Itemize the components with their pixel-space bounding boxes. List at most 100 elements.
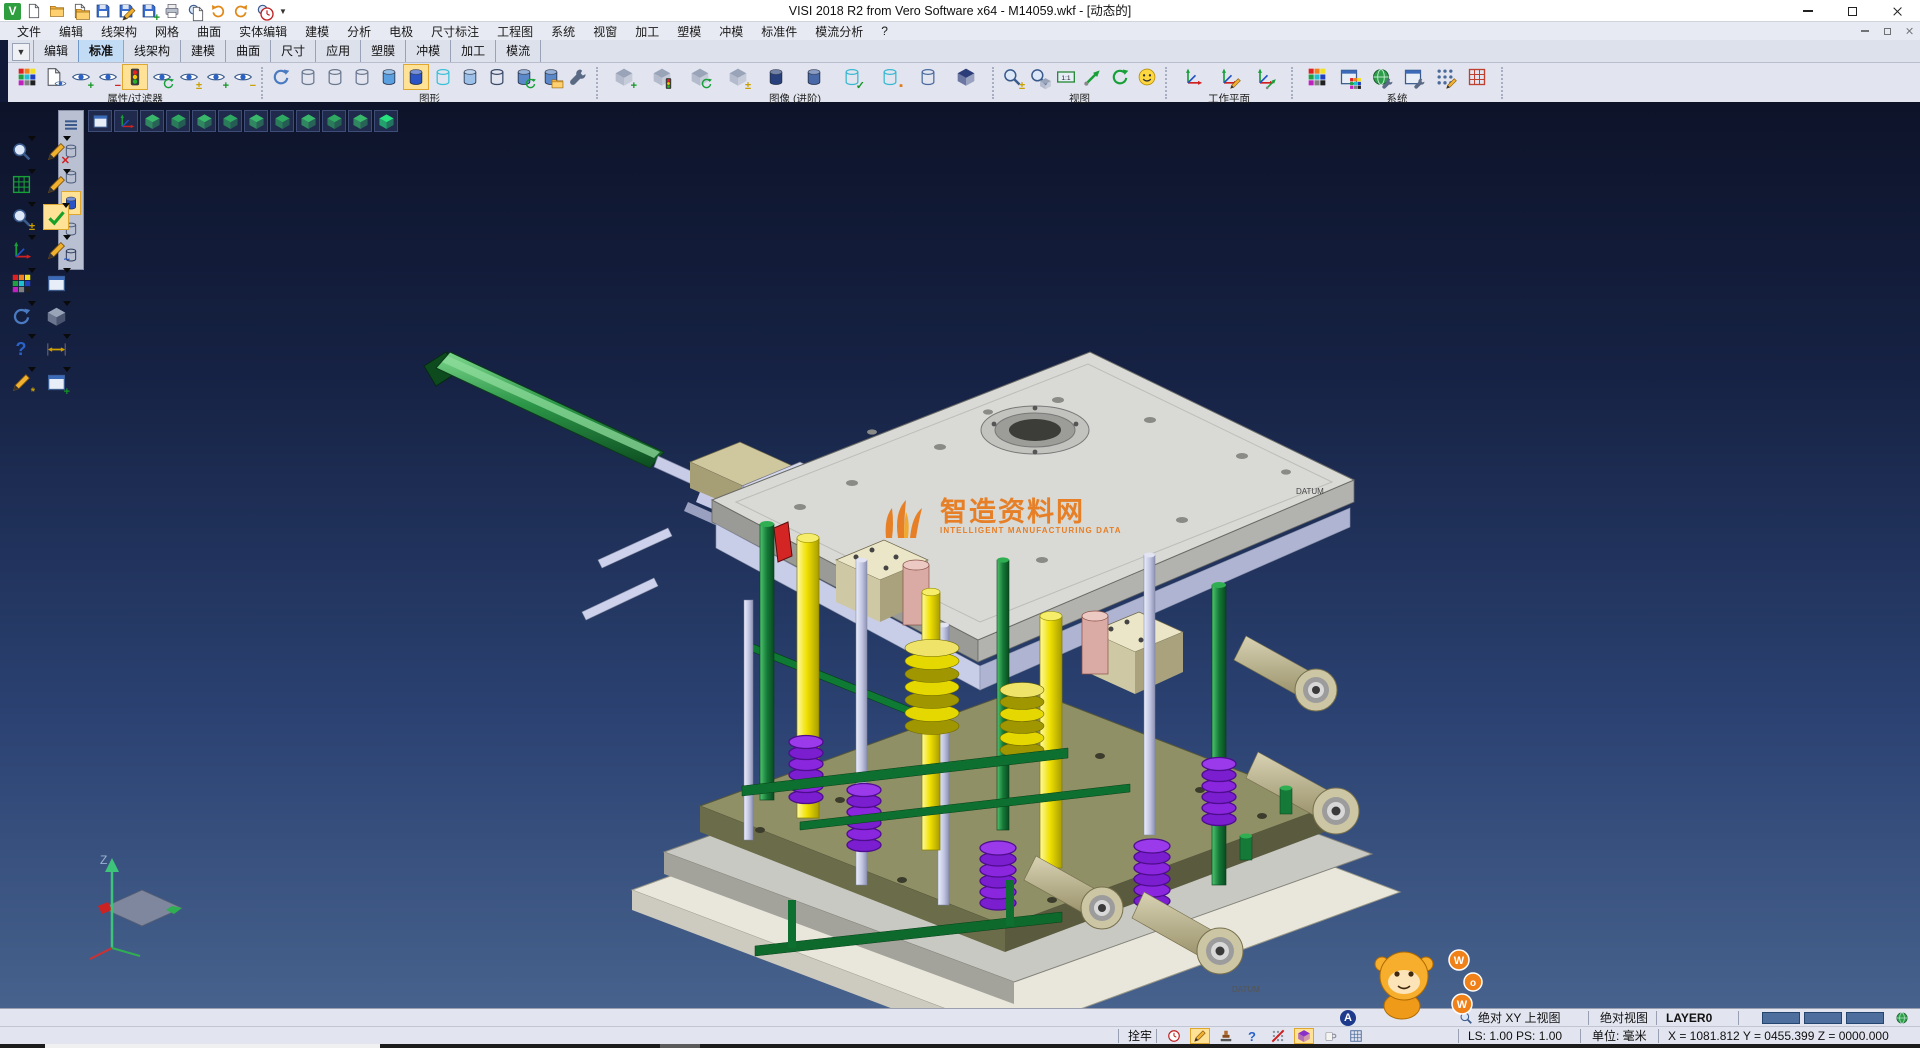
wire-render-icon[interactable] (915, 64, 941, 90)
mesh-icon[interactable] (484, 64, 510, 90)
undo-icon[interactable] (208, 1, 228, 21)
grid-settings-icon[interactable] (1464, 64, 1490, 90)
axonometric-view-icon[interactable] (374, 110, 398, 132)
tab-mold[interactable]: 塑膜 (360, 39, 406, 62)
menu-item[interactable]: 冲模 (710, 22, 752, 41)
line-color-swatch[interactable] (1804, 1012, 1842, 1024)
menu-item[interactable]: 实体编辑 (230, 22, 296, 41)
measure-icon[interactable] (43, 336, 69, 362)
save-all-icon[interactable]: + (139, 1, 159, 21)
status-search-icon[interactable] (1456, 1010, 1476, 1026)
verify-render-icon[interactable]: ✓ (839, 64, 865, 90)
stamp-icon[interactable] (1216, 1028, 1236, 1044)
solid-cube-icon[interactable] (43, 303, 69, 329)
wireframe-icon[interactable] (295, 64, 321, 90)
copy-graphics-icon[interactable] (538, 64, 564, 90)
open-folder-icon[interactable] (47, 1, 67, 21)
doc-minimize-button[interactable] (1858, 24, 1872, 38)
refresh-view-icon[interactable] (8, 303, 34, 329)
timer-icon[interactable] (1164, 1028, 1184, 1044)
tab-machining[interactable]: 加工 (450, 39, 496, 62)
iso-view-3-icon[interactable] (348, 110, 372, 132)
pan-icon[interactable] (1080, 64, 1106, 90)
minimize-button[interactable] (1785, 0, 1830, 22)
zoom-window-icon[interactable] (1026, 64, 1052, 90)
dark-cube-render-icon[interactable] (953, 64, 979, 90)
wcs-icon[interactable] (8, 237, 34, 263)
tab-standard[interactable]: 标准 (78, 39, 124, 62)
workplane-axes-icon[interactable] (1180, 64, 1206, 90)
strip-menu-icon[interactable] (61, 113, 81, 137)
menu-item[interactable]: 线架构 (92, 22, 146, 41)
plane-icon[interactable]: + (43, 369, 69, 395)
grid-window-icon[interactable] (1346, 1028, 1366, 1044)
more-commands-dropdown-icon[interactable]: ▼ (277, 1, 289, 21)
table-configuration-icon[interactable] (1400, 64, 1426, 90)
top-view-icon[interactable] (166, 110, 190, 132)
menu-item[interactable]: 曲面 (188, 22, 230, 41)
tab-surface[interactable]: 曲面 (225, 39, 271, 62)
menu-item[interactable]: 模流分析 (806, 22, 872, 41)
workplane-edit-icon[interactable] (1216, 64, 1242, 90)
zoom-in-out-icon[interactable]: ± (999, 64, 1025, 90)
transparent-icon[interactable] (430, 64, 456, 90)
pattern-window-icon[interactable] (43, 270, 69, 296)
show-entities-icon[interactable]: + (68, 64, 94, 90)
tab-application[interactable]: 应用 (315, 39, 361, 62)
view-mode-label[interactable]: 绝对 XY 上视图 (1478, 1009, 1560, 1027)
help-status-icon[interactable]: ? (1242, 1028, 1262, 1044)
workplane-move-icon[interactable] (1252, 64, 1278, 90)
view-axes-icon[interactable] (114, 110, 138, 132)
menu-item[interactable]: 网格 (146, 22, 188, 41)
filter-traffic-light-icon[interactable] (122, 64, 148, 90)
tab-progress[interactable]: 冲模 (405, 39, 451, 62)
zoom-dynamic-icon[interactable]: ± (8, 204, 34, 230)
menu-item[interactable]: 尺寸标注 (422, 22, 488, 41)
add-to-filter-icon[interactable]: + (203, 64, 229, 90)
sketch-icon[interactable] (43, 171, 69, 197)
menu-item[interactable]: 编辑 (50, 22, 92, 41)
spline-icon[interactable]: ~ (43, 237, 69, 263)
close-button[interactable] (1875, 0, 1920, 22)
tab-dropdown-icon[interactable]: ▼ (12, 43, 30, 61)
right-view-icon[interactable] (296, 110, 320, 132)
filter-palette-icon[interactable] (14, 64, 40, 90)
refresh-image-icon[interactable] (687, 64, 713, 90)
modify-icon[interactable]: * (8, 369, 34, 395)
mug-icon[interactable] (1320, 1028, 1340, 1044)
save-as-icon[interactable] (116, 1, 136, 21)
striped-render-icon[interactable] (801, 64, 827, 90)
highlight-wand-icon[interactable] (1190, 1028, 1210, 1044)
iso-view-2-icon[interactable] (322, 110, 346, 132)
color-table-icon[interactable] (1304, 64, 1330, 90)
cad-model-3d[interactable]: DATUM DATUM (0, 102, 1920, 1008)
solid-render-icon[interactable] (763, 64, 789, 90)
toggle-visibility-icon[interactable]: ± (176, 64, 202, 90)
menu-item[interactable]: 电极 (380, 22, 422, 41)
corner-render-icon[interactable]: ▪ (877, 64, 903, 90)
back-view-icon[interactable] (244, 110, 268, 132)
system-settings-icon[interactable] (1368, 64, 1394, 90)
recent-history-icon[interactable] (254, 1, 274, 21)
left-view-icon[interactable] (270, 110, 294, 132)
hidden-line-icon[interactable] (322, 64, 348, 90)
refresh-visibility-icon[interactable] (149, 64, 175, 90)
globe-icon[interactable] (1892, 1010, 1912, 1026)
import-document-icon[interactable] (70, 1, 90, 21)
doc-close-button[interactable] (1902, 24, 1916, 38)
fill-color-swatch[interactable] (1846, 1012, 1884, 1024)
solid-cube-status-icon[interactable] (1294, 1028, 1314, 1044)
print-icon[interactable] (162, 1, 182, 21)
menu-item[interactable]: 加工 (626, 22, 668, 41)
menu-item-help[interactable]: ? (872, 23, 897, 39)
tab-flow[interactable]: 模流 (495, 39, 541, 62)
regenerate-graphics-icon[interactable] (511, 64, 537, 90)
toggle-image-icon[interactable]: ± (725, 64, 751, 90)
print-preview-icon[interactable] (185, 1, 205, 21)
menu-item[interactable]: 文件 (8, 22, 50, 41)
half-shaded-icon[interactable] (457, 64, 483, 90)
lock-toggle[interactable]: 拴牢 (1128, 1027, 1152, 1045)
redo-icon[interactable] (231, 1, 251, 21)
display-properties-icon[interactable] (41, 64, 67, 90)
add-image-icon[interactable]: + (611, 64, 637, 90)
